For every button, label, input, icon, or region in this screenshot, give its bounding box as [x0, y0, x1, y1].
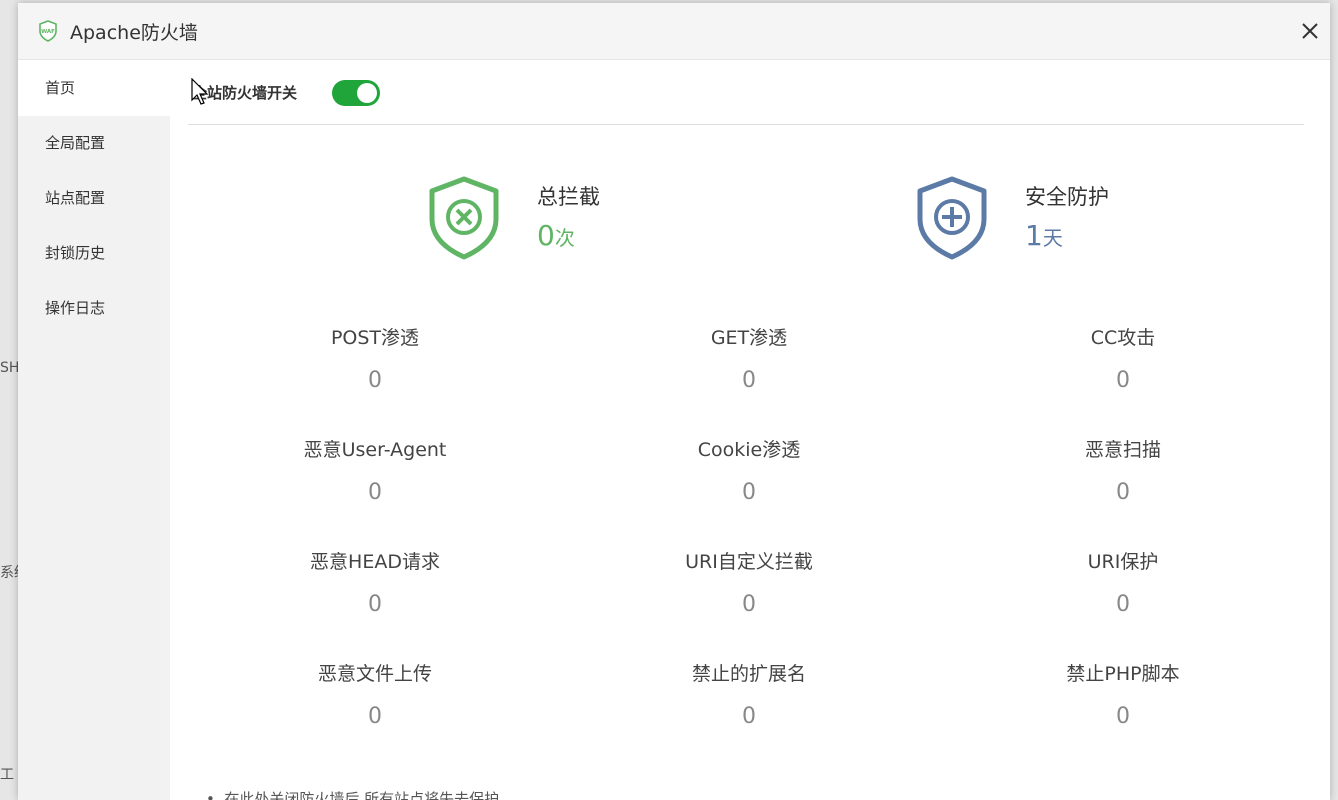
stat-value: 0 [742, 592, 756, 617]
stat-forbid-php-script: 禁止PHP脚本 0 [936, 659, 1310, 771]
sidebar-item-home[interactable]: 首页 [18, 61, 170, 116]
protection-label: 安全防护 [1025, 185, 1109, 209]
stat-label: 恶意文件上传 [317, 663, 432, 685]
stat-value: 0 [368, 704, 382, 729]
background-text-fragment: 工 [0, 767, 14, 783]
stat-uri-protection: URI保护 0 [936, 547, 1310, 659]
stat-label: GET渗透 [710, 327, 788, 349]
stat-malicious-user-agent: 恶意User-Agent 0 [188, 435, 562, 547]
protection-days-number: 1 [1025, 219, 1043, 252]
stat-label: CC攻击 [1090, 327, 1156, 349]
firewall-dialog: WAF Apache防火墙 首页 全局配置 站点配置 封锁历史 操作日志 全站防… [18, 3, 1330, 800]
stat-label: 恶意User-Agent [303, 439, 447, 461]
sidebar-item-global-config[interactable]: 全局配置 [18, 116, 170, 171]
total-block-label: 总拦截 [537, 185, 600, 209]
sidebar-item-label: 站点配置 [45, 189, 106, 207]
waf-logo-text: WAF [41, 29, 55, 35]
toggle-knob [357, 83, 377, 103]
sidebar-item-block-history[interactable]: 封锁历史 [18, 226, 170, 281]
shield-x-icon [429, 176, 499, 260]
stat-value: 0 [742, 704, 756, 729]
stat-value: 0 [1116, 592, 1130, 617]
dialog-header: WAF Apache防火墙 [18, 3, 1330, 60]
stat-value: 0 [368, 480, 382, 505]
stat-label: 禁止PHP脚本 [1066, 663, 1180, 685]
stat-malicious-head: 恶意HEAD请求 0 [188, 547, 562, 659]
stat-cc-attack: CC攻击 0 [936, 323, 1310, 435]
sidebar-item-label: 封锁历史 [45, 244, 106, 262]
stat-label: Cookie渗透 [697, 439, 801, 461]
background-text-fragment: SH [0, 360, 20, 376]
sidebar-nav: 首页 全局配置 站点配置 封锁历史 操作日志 [18, 61, 170, 800]
stat-label: 禁止的扩展名 [691, 663, 806, 685]
sidebar-item-label: 全局配置 [45, 134, 106, 152]
shield-plus-icon [917, 176, 987, 260]
protection-value: 1天 [1025, 219, 1109, 252]
total-block-number: 0 [537, 219, 555, 252]
stat-value: 0 [368, 592, 382, 617]
stat-value: 0 [742, 480, 756, 505]
waf-shield-icon: WAF [39, 20, 57, 42]
stat-value: 0 [368, 368, 382, 393]
total-block-value: 0次 [537, 219, 600, 252]
stat-label: 恶意扫描 [1084, 439, 1161, 461]
stat-malicious-scan: 恶意扫描 0 [936, 435, 1310, 547]
sidebar-item-label: 首页 [45, 79, 76, 97]
stat-value: 0 [1116, 368, 1130, 393]
stat-post-penetration: POST渗透 0 [188, 323, 562, 435]
stat-forbidden-extensions: 禁止的扩展名 0 [562, 659, 936, 771]
stat-label: URI自定义拦截 [685, 551, 813, 573]
attack-stats-grid: POST渗透 0 GET渗透 0 CC攻击 0 恶意User-Agent 0 Cooki… [188, 323, 1310, 771]
stat-label: 恶意HEAD请求 [310, 551, 440, 573]
sidebar-item-site-config[interactable]: 站点配置 [18, 171, 170, 226]
stat-value: 0 [742, 368, 756, 393]
protection-summary: 安全防护 1天 [914, 175, 1109, 261]
firewall-switch-row: 全站防火墙开关 [188, 61, 1304, 125]
sidebar-item-operation-log[interactable]: 操作日志 [18, 281, 170, 336]
stat-malicious-upload: 恶意文件上传 0 [188, 659, 562, 771]
firewall-toggle[interactable] [332, 80, 380, 106]
stat-value: 0 [1116, 480, 1130, 505]
dialog-title: Apache防火墙 [70, 21, 198, 44]
protection-days-unit: 天 [1042, 226, 1063, 250]
stat-get-penetration: GET渗透 0 [562, 323, 936, 435]
mouse-cursor-icon [191, 78, 209, 105]
footnote: • 在此处关闭防火墙后,所有站点将失去保护 [206, 788, 499, 800]
total-block-unit: 次 [554, 226, 575, 250]
stat-label: URI保护 [1087, 551, 1159, 573]
summary-panel: 总拦截 0次 安全防护 1天 [188, 125, 1304, 295]
main-content: 全站防火墙开关 总拦截 0次 安全防护 1天 POST渗透 0 GET渗透 0 … [188, 61, 1304, 800]
total-block-summary: 总拦截 0次 [426, 175, 600, 261]
footnote-text: 在此处关闭防火墙后,所有站点将失去保护 [224, 790, 500, 800]
sidebar-item-label: 操作日志 [45, 299, 106, 317]
stat-value: 0 [1116, 704, 1130, 729]
stat-label: POST渗透 [330, 327, 420, 349]
stat-uri-custom-block: URI自定义拦截 0 [562, 547, 936, 659]
close-icon[interactable] [1298, 19, 1322, 43]
stat-cookie-penetration: Cookie渗透 0 [562, 435, 936, 547]
